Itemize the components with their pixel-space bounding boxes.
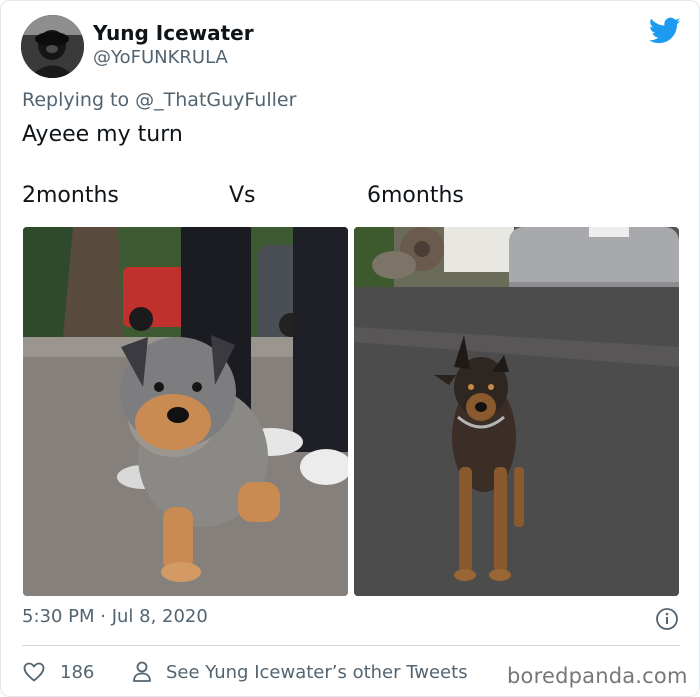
info-icon[interactable] [655, 607, 679, 631]
other-tweets-label: See Yung Icewater’s other Tweets [166, 661, 468, 683]
reply-context: Replying to @_ThatGuyFuller [22, 89, 296, 111]
reply-prefix: Replying to [22, 89, 136, 111]
tweet-text: Ayeee my turn [22, 122, 183, 147]
twitter-bird-icon[interactable] [649, 17, 681, 45]
caption-left: 2months [22, 183, 119, 208]
photo-puppy-2months[interactable] [23, 227, 348, 596]
like-button[interactable]: 186 [22, 659, 94, 685]
watermark: boredpanda.com [507, 664, 688, 688]
photo-dog-6months[interactable] [354, 227, 679, 596]
tweet-card: Yung Icewater @YoFUNKRULA Replying to @_… [0, 0, 700, 697]
user-handle[interactable]: @YoFUNKRULA [93, 47, 228, 68]
caption-vs: Vs [229, 183, 256, 208]
avatar[interactable] [21, 15, 84, 78]
like-count: 186 [60, 661, 95, 683]
tweet-timestamp[interactable]: 5:30 PM · Jul 8, 2020 [22, 606, 208, 627]
display-name[interactable]: Yung Icewater [93, 21, 254, 45]
heart-icon [23, 662, 45, 682]
caption-right: 6months [367, 183, 464, 208]
divider [22, 645, 680, 646]
person-icon [133, 661, 151, 682]
see-other-tweets-link[interactable]: See Yung Icewater’s other Tweets [132, 659, 468, 685]
reply-mention-link[interactable]: @_ThatGuyFuller [135, 89, 296, 111]
